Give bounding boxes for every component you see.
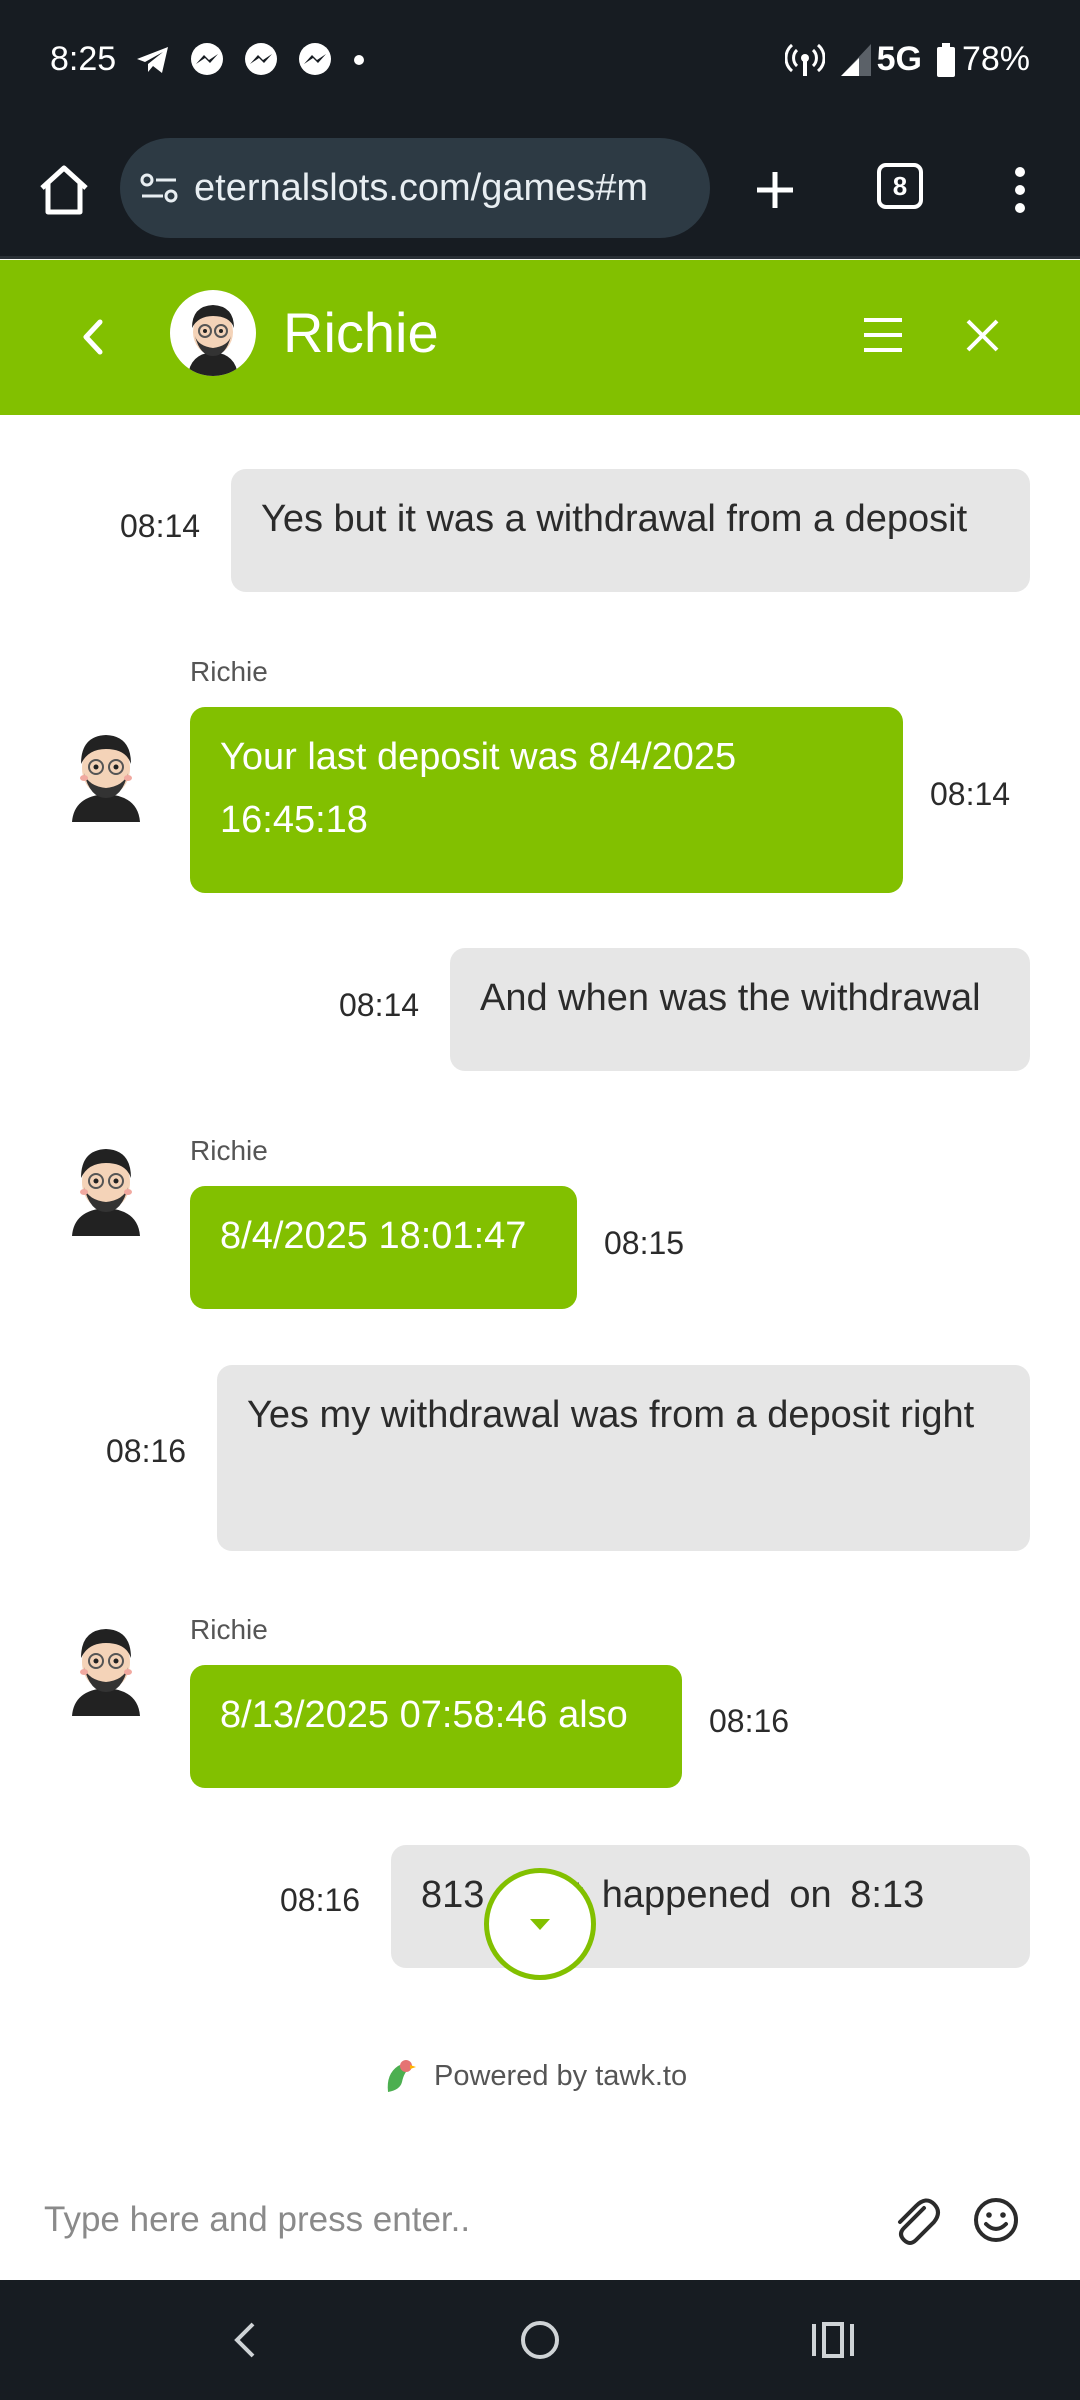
message-composer bbox=[0, 2160, 1080, 2280]
nav-back-icon[interactable] bbox=[225, 2310, 265, 2370]
sender-name: Richie bbox=[190, 656, 268, 687]
message-input[interactable] bbox=[44, 2188, 844, 2252]
nav-recents-icon[interactable] bbox=[808, 2310, 858, 2370]
site-settings-icon[interactable] bbox=[138, 168, 182, 208]
dot-icon bbox=[354, 55, 364, 65]
caret-down-icon bbox=[530, 1919, 550, 1930]
emoji-icon[interactable] bbox=[970, 2190, 1022, 2250]
new-tab-icon[interactable] bbox=[750, 160, 800, 220]
powered-by-text: Powered by tawk.to bbox=[434, 2059, 688, 2092]
status-right: 5G 78% bbox=[784, 40, 1030, 79]
scroll-to-bottom-button[interactable] bbox=[484, 1868, 596, 1980]
message-time: 08:14 bbox=[339, 987, 420, 1023]
agent-message: Your last deposit was 8/4/2025 16:45:18 bbox=[190, 707, 903, 893]
tab-count: 8 bbox=[892, 170, 908, 201]
notification-icons bbox=[135, 42, 367, 78]
message-time: 08:16 bbox=[106, 1433, 187, 1469]
agent-avatar bbox=[72, 1149, 140, 1236]
network-type: 5G bbox=[876, 40, 922, 78]
battery-icon bbox=[936, 42, 955, 77]
agent-avatar bbox=[170, 290, 256, 376]
chat-header: Richie bbox=[0, 260, 1080, 415]
browser-toolbar: eternalslots.com/games#m 8 bbox=[0, 125, 1080, 259]
message-time: 08:14 bbox=[930, 776, 1011, 812]
sender-name: Richie bbox=[190, 1614, 268, 1645]
agent-avatar bbox=[72, 735, 140, 822]
messenger-icon bbox=[191, 43, 223, 75]
system-nav-bar bbox=[0, 2280, 1080, 2400]
battery-percent: 78% bbox=[961, 40, 1030, 78]
signal-icon bbox=[840, 43, 871, 76]
agent-avatar bbox=[72, 1629, 140, 1716]
tab-switcher-button[interactable]: 8 bbox=[877, 163, 923, 209]
close-icon[interactable] bbox=[960, 310, 1005, 360]
status-time: 8:25 bbox=[50, 40, 117, 78]
status-bar: 8:25 5G 78% bbox=[0, 0, 1080, 125]
messenger-icon bbox=[245, 43, 277, 75]
tawk-parrot-icon bbox=[387, 2060, 416, 2092]
url-text: eternalslots.com/games#m bbox=[194, 166, 649, 209]
message-time: 08:14 bbox=[120, 508, 201, 544]
agent-message: 8/13/2025 07:58:46 also bbox=[190, 1665, 682, 1788]
back-arrow-icon[interactable] bbox=[70, 310, 120, 365]
agent-name: Richie bbox=[283, 301, 439, 364]
paperclip-icon[interactable] bbox=[888, 2190, 942, 2250]
message-time: 08:16 bbox=[709, 1703, 790, 1739]
more-options-icon[interactable] bbox=[1000, 160, 1040, 220]
message-time: 08:16 bbox=[280, 1882, 361, 1918]
menu-icon[interactable] bbox=[858, 310, 908, 360]
hotspot-icon bbox=[784, 43, 825, 76]
telegram-icon bbox=[137, 47, 168, 73]
agent-message: 8/4/2025 18:01:47 bbox=[190, 1186, 577, 1309]
visitor-message: Yes but it was a withdrawal from a depos… bbox=[231, 469, 1030, 592]
messenger-icon bbox=[299, 43, 331, 75]
message-time: 08:15 bbox=[604, 1225, 685, 1261]
home-icon[interactable] bbox=[34, 160, 94, 220]
nav-home-icon[interactable] bbox=[515, 2310, 565, 2370]
address-bar[interactable]: eternalslots.com/games#m bbox=[120, 138, 710, 238]
sender-name: Richie bbox=[190, 1135, 268, 1166]
visitor-message: And when was the withdrawal bbox=[450, 948, 1030, 1071]
visitor-message: Yes my withdrawal was from a deposit rig… bbox=[217, 1365, 1030, 1551]
powered-by[interactable]: Powered by tawk.to bbox=[380, 2056, 687, 2096]
